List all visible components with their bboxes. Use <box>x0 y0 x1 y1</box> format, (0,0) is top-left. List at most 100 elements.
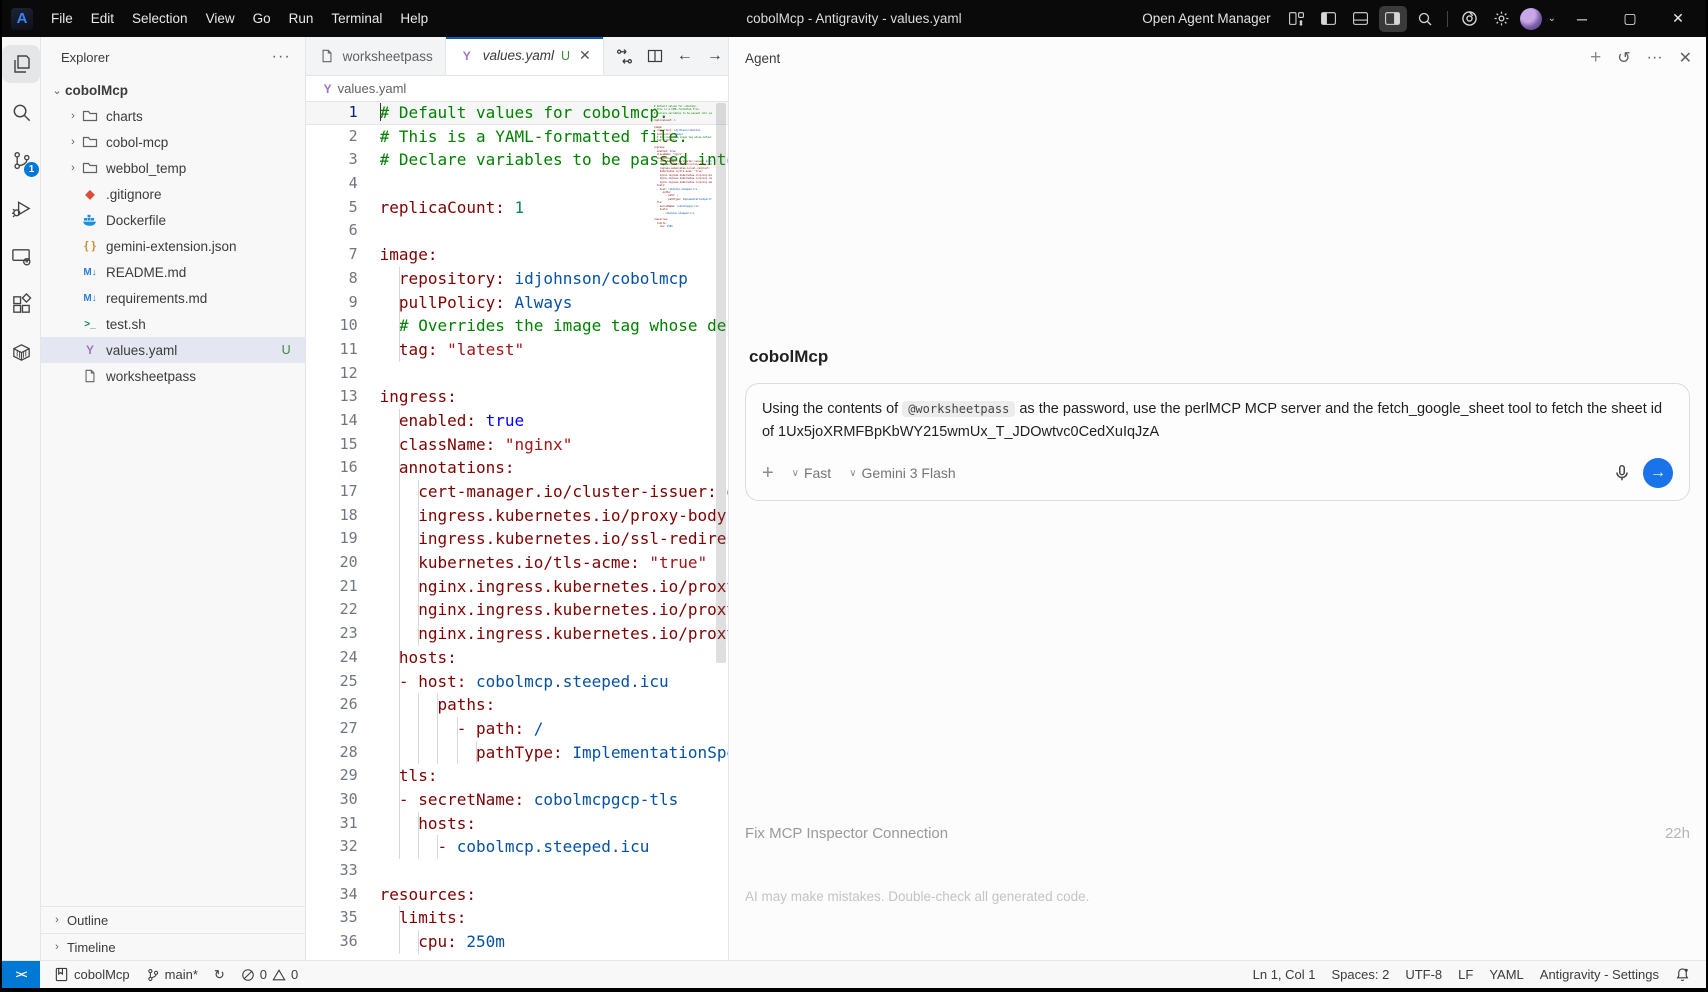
project-status-item[interactable]: cobolMcp <box>46 961 138 988</box>
problems-status-item[interactable]: 0 0 <box>233 961 306 988</box>
editor-scrollbar[interactable] <box>716 103 726 663</box>
sidebar-more-actions-icon[interactable]: ··· <box>272 48 291 66</box>
code-line-6: 6 <box>306 219 728 243</box>
menu-view[interactable]: View <box>197 11 244 26</box>
tree-item-gemini-extension-json[interactable]: { }gemini-extension.json <box>41 233 305 259</box>
attach-plus-icon[interactable]: + <box>762 462 774 485</box>
tab-values-yaml[interactable]: Yvalues.yamlU✕ <box>446 37 604 75</box>
history-item-label[interactable]: Fix MCP Inspector Connection <box>745 825 948 842</box>
status-antigravity[interactable]: Antigravity - Settings <box>1532 961 1667 988</box>
code-line-15: 15 className: "nginx" <box>306 433 728 457</box>
navigate-back-icon[interactable]: ← <box>677 47 693 65</box>
search-icon[interactable] <box>1411 6 1439 32</box>
tree-item-cobolmcp[interactable]: ⌄cobolMcp <box>41 77 305 103</box>
search-activity-icon[interactable] <box>2 93 40 131</box>
section-label: Timeline <box>67 940 116 955</box>
status-spaces[interactable]: Spaces: 2 <box>1324 961 1398 988</box>
notifications-bell-icon[interactable] <box>1667 961 1698 988</box>
menu-go[interactable]: Go <box>244 11 280 26</box>
toggle-primary-sidebar-icon[interactable] <box>1315 6 1343 32</box>
extensions-activity-icon[interactable] <box>2 285 40 323</box>
branch-status-item[interactable]: main* <box>138 961 206 988</box>
agent-close-icon[interactable]: ✕ <box>1679 48 1692 68</box>
code-line-1: 1# Default values for cobolmcp. <box>306 101 728 125</box>
mode-dropdown[interactable]: ∨Fast <box>792 465 832 481</box>
menu-help[interactable]: Help <box>391 11 437 26</box>
antigravity-logo-icon: A <box>11 8 33 30</box>
settings-gear-icon[interactable] <box>1488 6 1516 32</box>
tree-item-dockerfile[interactable]: Dockerfile <box>41 207 305 233</box>
code-line-21: 21 nginx.ingress.kubernetes.io/proxy-bod… <box>306 575 728 599</box>
explorer-activity-icon[interactable] <box>2 45 40 83</box>
prompt-card[interactable]: Using the contents of @worksheetpass as … <box>745 383 1690 501</box>
code-line-7: 7image: <box>306 243 728 267</box>
tree-item-requirements-md[interactable]: M↓requirements.md <box>41 285 305 311</box>
status-left: cobolMcp main* ↻ 0 0 <box>46 961 306 988</box>
containers-activity-icon[interactable] <box>2 333 40 371</box>
agent-more-actions-icon[interactable]: ··· <box>1647 49 1663 67</box>
browser-icon[interactable] <box>1456 6 1484 32</box>
tree-item--gitignore[interactable]: ◆.gitignore <box>41 181 305 207</box>
code-editor[interactable]: 1# Default values for cobolmcp.2# This i… <box>306 101 728 960</box>
customize-layout-icon[interactable] <box>1283 6 1311 32</box>
microphone-icon[interactable] <box>1613 464 1631 482</box>
user-avatar[interactable] <box>1520 8 1542 30</box>
tree-item-test-sh[interactable]: >_test.sh <box>41 311 305 337</box>
line-text: ingress.kubernetes.io/ssl-redirect: "tru… <box>380 527 728 551</box>
token <box>505 293 515 312</box>
tree-item-cobol-mcp[interactable]: ›cobol-mcp <box>41 129 305 155</box>
minimize-button[interactable]: ─ <box>1560 2 1604 36</box>
indent-guide <box>418 693 419 717</box>
tree-item-worksheetpass[interactable]: worksheetpass <box>41 363 305 389</box>
tree-item-values-yaml[interactable]: Yvalues.yamlU <box>41 337 305 363</box>
token: hosts: <box>399 648 457 667</box>
breadcrumb[interactable]: Y values.yaml <box>306 76 728 101</box>
model-dropdown[interactable]: ∨Gemini 3 Flash <box>849 465 955 481</box>
menu-file[interactable]: File <box>42 11 82 26</box>
tree-item-charts[interactable]: ›charts <box>41 103 305 129</box>
open-agent-manager-button[interactable]: Open Agent Manager <box>1142 11 1270 26</box>
agent-panel-header: Agent + ↺ ··· ✕ <box>729 37 1706 79</box>
toggle-panel-icon[interactable] <box>1347 6 1375 32</box>
token: # Overrides the image tag whose default … <box>399 316 728 335</box>
tab-close-icon[interactable]: ✕ <box>579 47 591 64</box>
menu-terminal[interactable]: Terminal <box>322 11 391 26</box>
tab-worksheetpass[interactable]: worksheetpass <box>306 37 446 75</box>
menu-selection[interactable]: Selection <box>123 11 197 26</box>
file-mention-chip[interactable]: @worksheetpass <box>902 401 1015 417</box>
sync-status-item[interactable]: ↻ <box>206 961 233 988</box>
run-debug-activity-icon[interactable] <box>2 189 40 227</box>
tree-item-readme-md[interactable]: M↓README.md <box>41 259 305 285</box>
status-lf[interactable]: LF <box>1450 961 1481 988</box>
status-yaml[interactable]: YAML <box>1481 961 1531 988</box>
close-button[interactable]: ✕ <box>1656 2 1700 36</box>
remote-explorer-activity-icon[interactable] <box>2 237 40 275</box>
history-icon[interactable]: ↺ <box>1617 48 1630 68</box>
remote-indicator[interactable]: >< <box>2 961 40 988</box>
toggle-secondary-sidebar-icon[interactable] <box>1379 6 1407 32</box>
navigate-forward-icon[interactable]: → <box>707 47 723 65</box>
source-control-activity-icon[interactable]: 1 <box>2 141 40 179</box>
split-editor-icon[interactable] <box>647 48 663 64</box>
history-item[interactable]: Fix MCP Inspector Connection 22h <box>745 825 1690 842</box>
status-utf-8[interactable]: UTF-8 <box>1397 961 1450 988</box>
send-button[interactable]: → <box>1643 458 1673 488</box>
tab-modified-badge: U <box>561 49 570 63</box>
new-conversation-icon[interactable]: + <box>1590 47 1601 69</box>
maximize-button[interactable]: ▢ <box>1608 2 1652 36</box>
indent-guide <box>399 551 400 575</box>
account-chevron-down-icon[interactable]: ⌄ <box>1548 13 1556 24</box>
menu-edit[interactable]: Edit <box>82 11 123 26</box>
section-timeline[interactable]: ›Timeline <box>41 933 305 960</box>
tree-item-webbol-temp[interactable]: ›webbol_temp <box>41 155 305 181</box>
menu-run[interactable]: Run <box>280 11 323 26</box>
status-ln[interactable]: Ln 1, Col 1 <box>1245 961 1324 988</box>
line-text: tls: <box>380 764 728 788</box>
token: limits: <box>399 908 466 927</box>
line-number: 6 <box>306 219 358 243</box>
breadcrumb-file[interactable]: values.yaml <box>338 81 407 96</box>
source-control-graph-icon[interactable] <box>616 48 633 65</box>
tree-item-label: gemini-extension.json <box>106 239 305 254</box>
token: idjohnson/cobolmcp <box>515 269 688 288</box>
section-outline[interactable]: ›Outline <box>41 906 305 933</box>
